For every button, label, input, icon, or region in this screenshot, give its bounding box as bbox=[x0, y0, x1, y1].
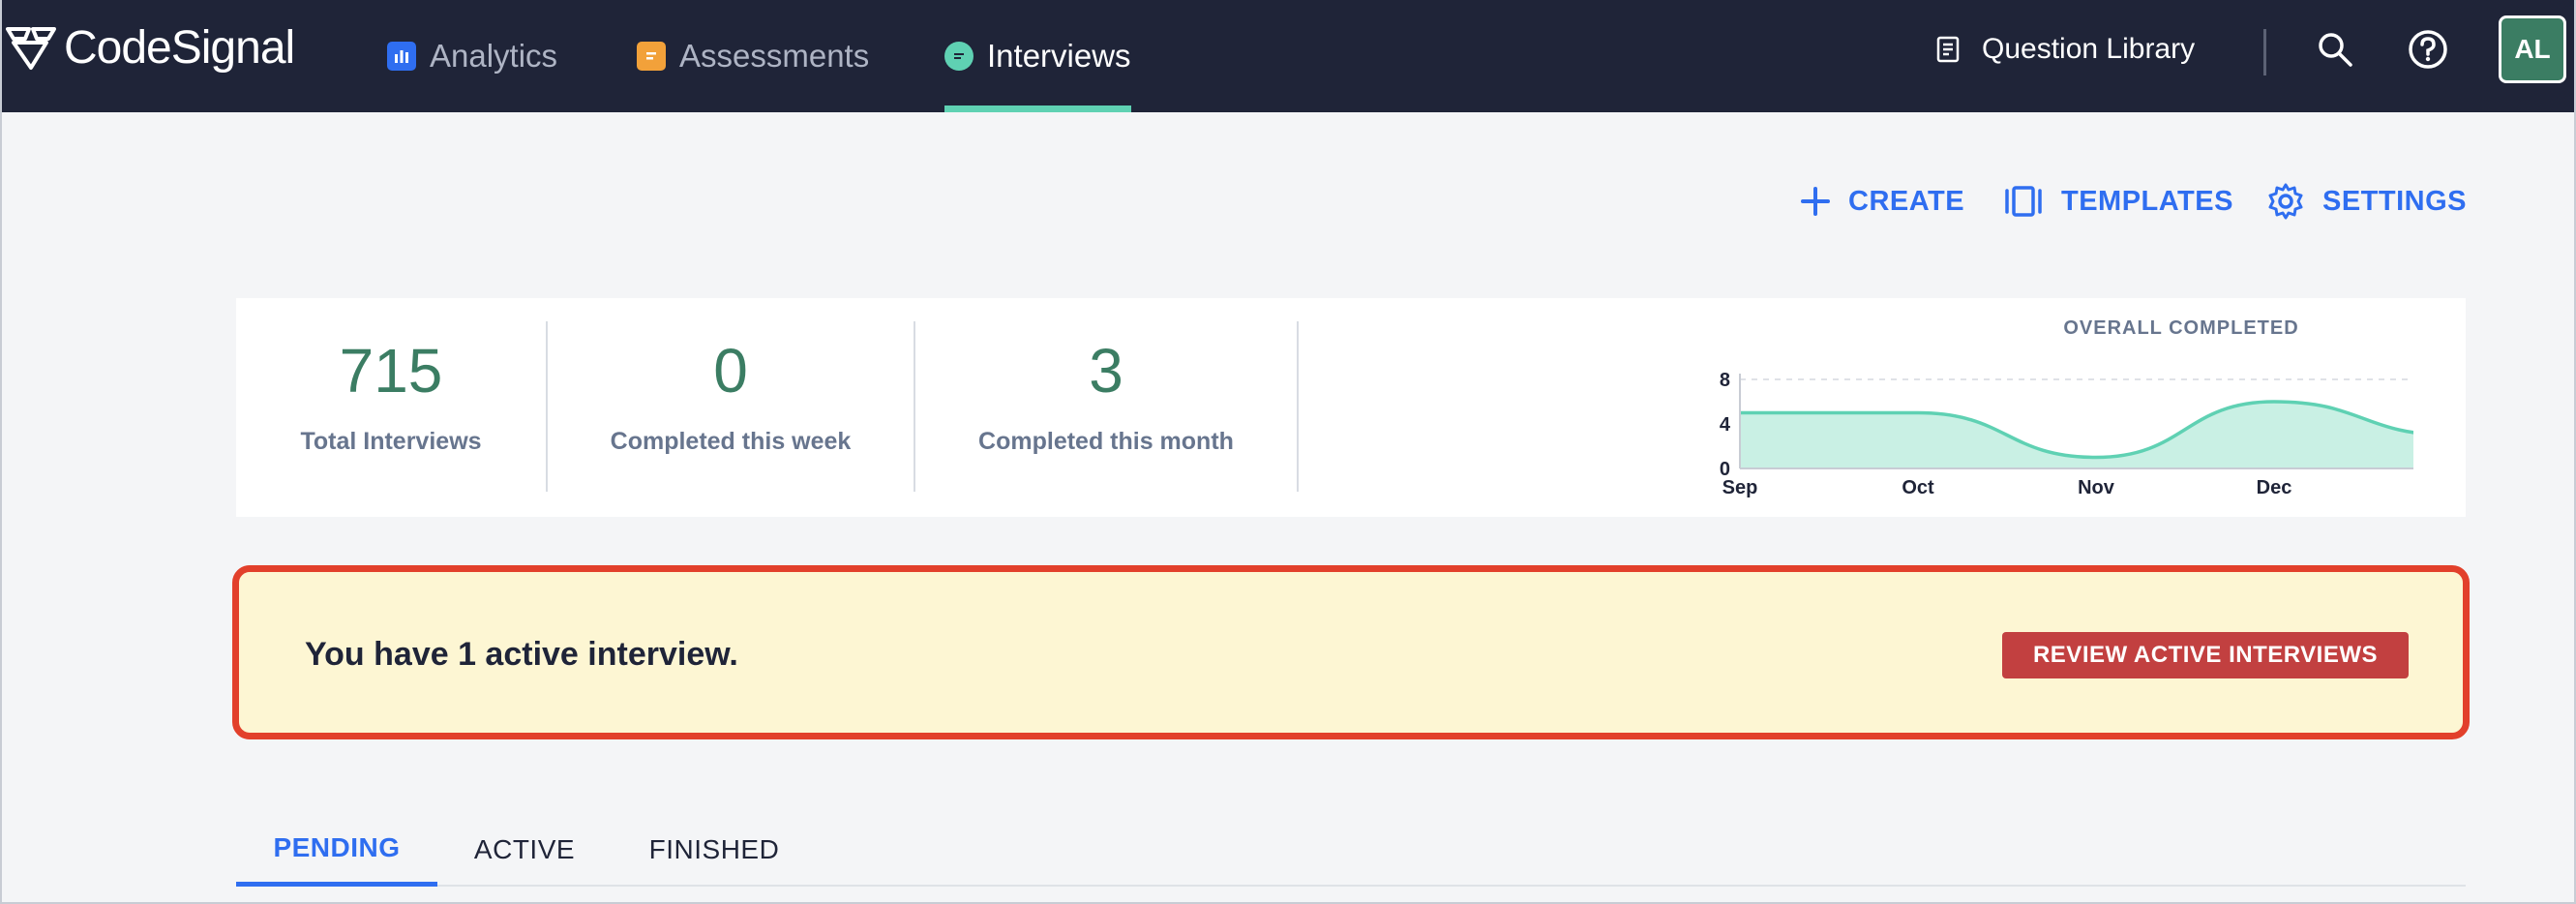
stat-value: 715 bbox=[339, 336, 443, 406]
active-interview-alert: You have 1 active interview. REVIEW ACTI… bbox=[232, 565, 2470, 739]
assessment-icon bbox=[637, 42, 666, 71]
search-icon bbox=[2319, 33, 2352, 67]
create-button[interactable]: CREATE bbox=[1800, 180, 1964, 223]
nav-analytics-label: Analytics bbox=[430, 38, 558, 74]
plus-icon bbox=[1801, 187, 1830, 216]
templates-label: TEMPLATES bbox=[2061, 185, 2233, 217]
help-icon bbox=[2409, 30, 2447, 69]
chart-x-tick-label: Nov bbox=[2078, 477, 2115, 498]
chart-y-tick-label: 8 bbox=[1720, 370, 1730, 391]
top-navigation-bar: CodeSignal Analytics Assessments Intervi… bbox=[0, 0, 2576, 112]
tab-finished[interactable]: FINISHED bbox=[612, 813, 817, 887]
nav-interviews[interactable]: Interviews bbox=[944, 0, 1131, 112]
chart-y-tick-label: 4 bbox=[1720, 414, 1731, 436]
templates-icon bbox=[2005, 186, 2042, 217]
interview-stats-card: 715 Total Interviews 0 Completed this we… bbox=[236, 298, 2466, 517]
alert-message: You have 1 active interview. bbox=[305, 636, 738, 673]
codesignal-logo-icon bbox=[6, 27, 56, 70]
chart-x-tick-label: Oct bbox=[1902, 477, 1934, 498]
chat-bubble-icon bbox=[944, 42, 973, 71]
chart-x-tick-label: Sep bbox=[1722, 477, 1758, 498]
stat-total-interviews: 715 Total Interviews bbox=[236, 337, 546, 456]
gear-icon bbox=[2268, 183, 2303, 220]
review-active-interviews-button[interactable]: REVIEW ACTIVE INTERVIEWS bbox=[2002, 632, 2409, 678]
book-icon bbox=[1936, 36, 1960, 63]
stat-label: Total Interviews bbox=[300, 428, 482, 455]
settings-button[interactable]: SETTINGS bbox=[2266, 180, 2467, 223]
overall-completed-chart: 048SepOctNovDecJanFeb bbox=[1720, 370, 2413, 498]
chart-x-tick-label: Dec bbox=[2257, 477, 2292, 498]
stat-value: 0 bbox=[713, 336, 748, 406]
tab-active[interactable]: ACTIVE bbox=[437, 813, 612, 887]
stat-label: Completed this month bbox=[978, 428, 1234, 455]
settings-label: SETTINGS bbox=[2322, 185, 2468, 217]
templates-button[interactable]: TEMPLATES bbox=[2003, 180, 2233, 223]
stat-completed-week: 0 Completed this week bbox=[548, 337, 914, 456]
nav-divider bbox=[2263, 29, 2266, 75]
help-button[interactable] bbox=[2406, 27, 2450, 72]
active-nav-underline bbox=[944, 105, 1131, 112]
question-library-link[interactable]: Question Library bbox=[1935, 0, 2195, 99]
codesignal-logo[interactable]: CodeSignal bbox=[4, 21, 295, 75]
nav-interviews-label: Interviews bbox=[987, 38, 1131, 74]
question-library-label: Question Library bbox=[1982, 33, 2196, 65]
stat-value: 3 bbox=[1089, 336, 1123, 406]
create-label: CREATE bbox=[1848, 185, 1965, 217]
nav-assessments[interactable]: Assessments bbox=[637, 0, 869, 112]
chart-title: OVERALL COMPLETED bbox=[2063, 317, 2299, 339]
stat-divider bbox=[1297, 321, 1299, 492]
tab-pending[interactable]: PENDING bbox=[236, 813, 437, 887]
stat-completed-month: 3 Completed this month bbox=[915, 337, 1297, 456]
search-button[interactable] bbox=[2313, 27, 2357, 72]
user-avatar[interactable]: AL bbox=[2499, 15, 2566, 83]
stat-label: Completed this week bbox=[610, 428, 852, 455]
bar-chart-icon bbox=[387, 42, 416, 71]
nav-analytics[interactable]: Analytics bbox=[387, 0, 557, 112]
brand-name: CodeSignal bbox=[64, 22, 295, 74]
nav-assessments-label: Assessments bbox=[679, 38, 870, 74]
